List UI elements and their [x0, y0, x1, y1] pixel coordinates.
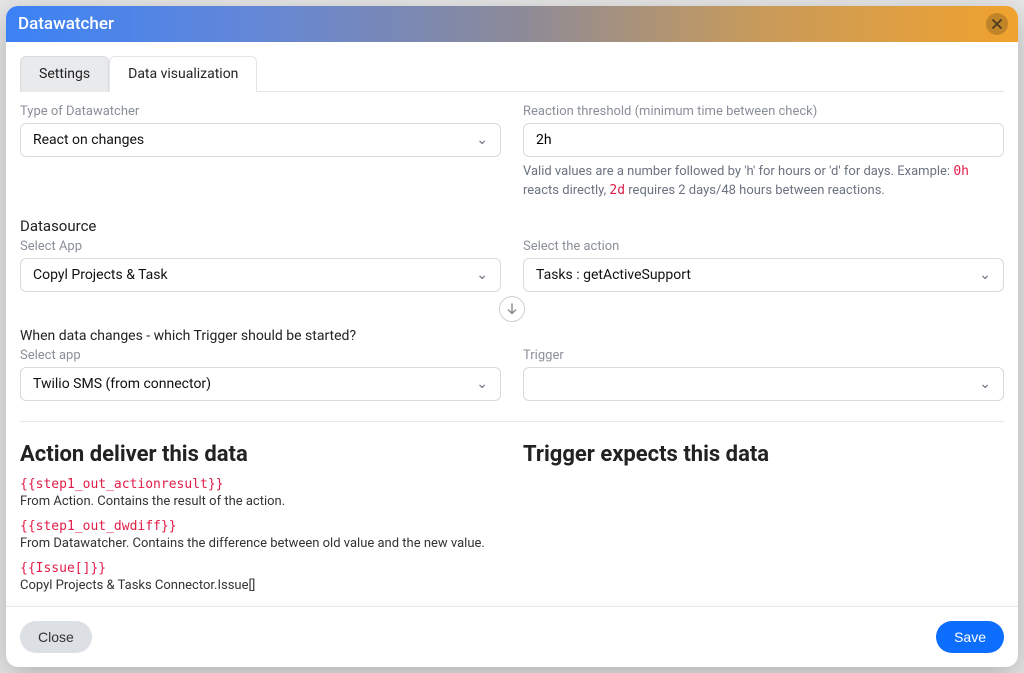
- trigger-expects-heading: Trigger expects this data: [523, 442, 1004, 467]
- tab-bar: Settings Data visualization: [20, 56, 1004, 92]
- trigger-select[interactable]: ⌄: [523, 367, 1004, 401]
- trigger-app-value: Twilio SMS (from connector): [33, 376, 211, 392]
- chevron-down-icon: ⌄: [979, 376, 991, 392]
- arrow-down-icon: [499, 296, 525, 322]
- action-data-desc: Copyl Projects & Tasks Connector.Issue[]: [20, 578, 501, 593]
- chevron-down-icon: ⌄: [979, 267, 991, 283]
- action-data-item: {{step1_out_dwdiff}} From Datawatcher. C…: [20, 519, 501, 551]
- datasource-action-value: Tasks : getActiveSupport: [536, 267, 691, 283]
- modal-header: Datawatcher: [6, 6, 1018, 42]
- modal-title: Datawatcher: [18, 14, 114, 34]
- modal-footer: Close Save: [6, 606, 1018, 667]
- action-deliver-heading: Action deliver this data: [20, 442, 501, 467]
- trigger-app-label: Select app: [20, 348, 501, 363]
- threshold-label: Reaction threshold (minimum time between…: [523, 104, 1004, 119]
- action-data-desc: From Datawatcher. Contains the differenc…: [20, 536, 501, 551]
- trigger-app-select[interactable]: Twilio SMS (from connector) ⌄: [20, 367, 501, 401]
- divider: [20, 421, 1004, 422]
- select-action-label: Select the action: [523, 239, 1004, 254]
- action-data-token: {{step1_out_actionresult}}: [20, 477, 501, 492]
- chevron-down-icon: ⌄: [476, 132, 488, 148]
- action-data-desc: From Action. Contains the result of the …: [20, 494, 501, 509]
- type-of-datawatcher-select[interactable]: React on changes ⌄: [20, 123, 501, 157]
- datasource-heading: Datasource: [20, 217, 1004, 235]
- action-data-item: {{step1_out_actionresult}} From Action. …: [20, 477, 501, 509]
- select-app-label: Select App: [20, 239, 501, 254]
- close-icon[interactable]: [986, 13, 1008, 35]
- reaction-threshold-input[interactable]: 2h: [523, 123, 1004, 157]
- flow-arrow: [20, 296, 1004, 322]
- type-value: React on changes: [33, 132, 144, 148]
- when-data-changes-text: When data changes - which Trigger should…: [20, 328, 1004, 344]
- datawatcher-modal: Datawatcher Settings Data visualization …: [6, 6, 1018, 667]
- save-button[interactable]: Save: [936, 621, 1004, 653]
- action-data-token: {{Issue[]}}: [20, 561, 501, 576]
- datasource-app-select[interactable]: Copyl Projects & Task ⌄: [20, 258, 501, 292]
- tab-settings[interactable]: Settings: [20, 56, 109, 92]
- chevron-down-icon: ⌄: [476, 376, 488, 392]
- close-button[interactable]: Close: [20, 621, 92, 653]
- datasource-app-value: Copyl Projects & Task: [33, 267, 168, 283]
- tab-data-visualization[interactable]: Data visualization: [109, 56, 257, 92]
- action-data-token: {{step1_out_dwdiff}}: [20, 519, 501, 534]
- action-data-item: {{Issue[]}} Copyl Projects & Tasks Conne…: [20, 561, 501, 593]
- trigger-label: Trigger: [523, 348, 1004, 363]
- chevron-down-icon: ⌄: [476, 267, 488, 283]
- threshold-value: 2h: [536, 132, 552, 148]
- datasource-action-select[interactable]: Tasks : getActiveSupport ⌄: [523, 258, 1004, 292]
- type-label: Type of Datawatcher: [20, 104, 501, 119]
- threshold-help-text: Valid values are a number followed by 'h…: [523, 163, 1004, 201]
